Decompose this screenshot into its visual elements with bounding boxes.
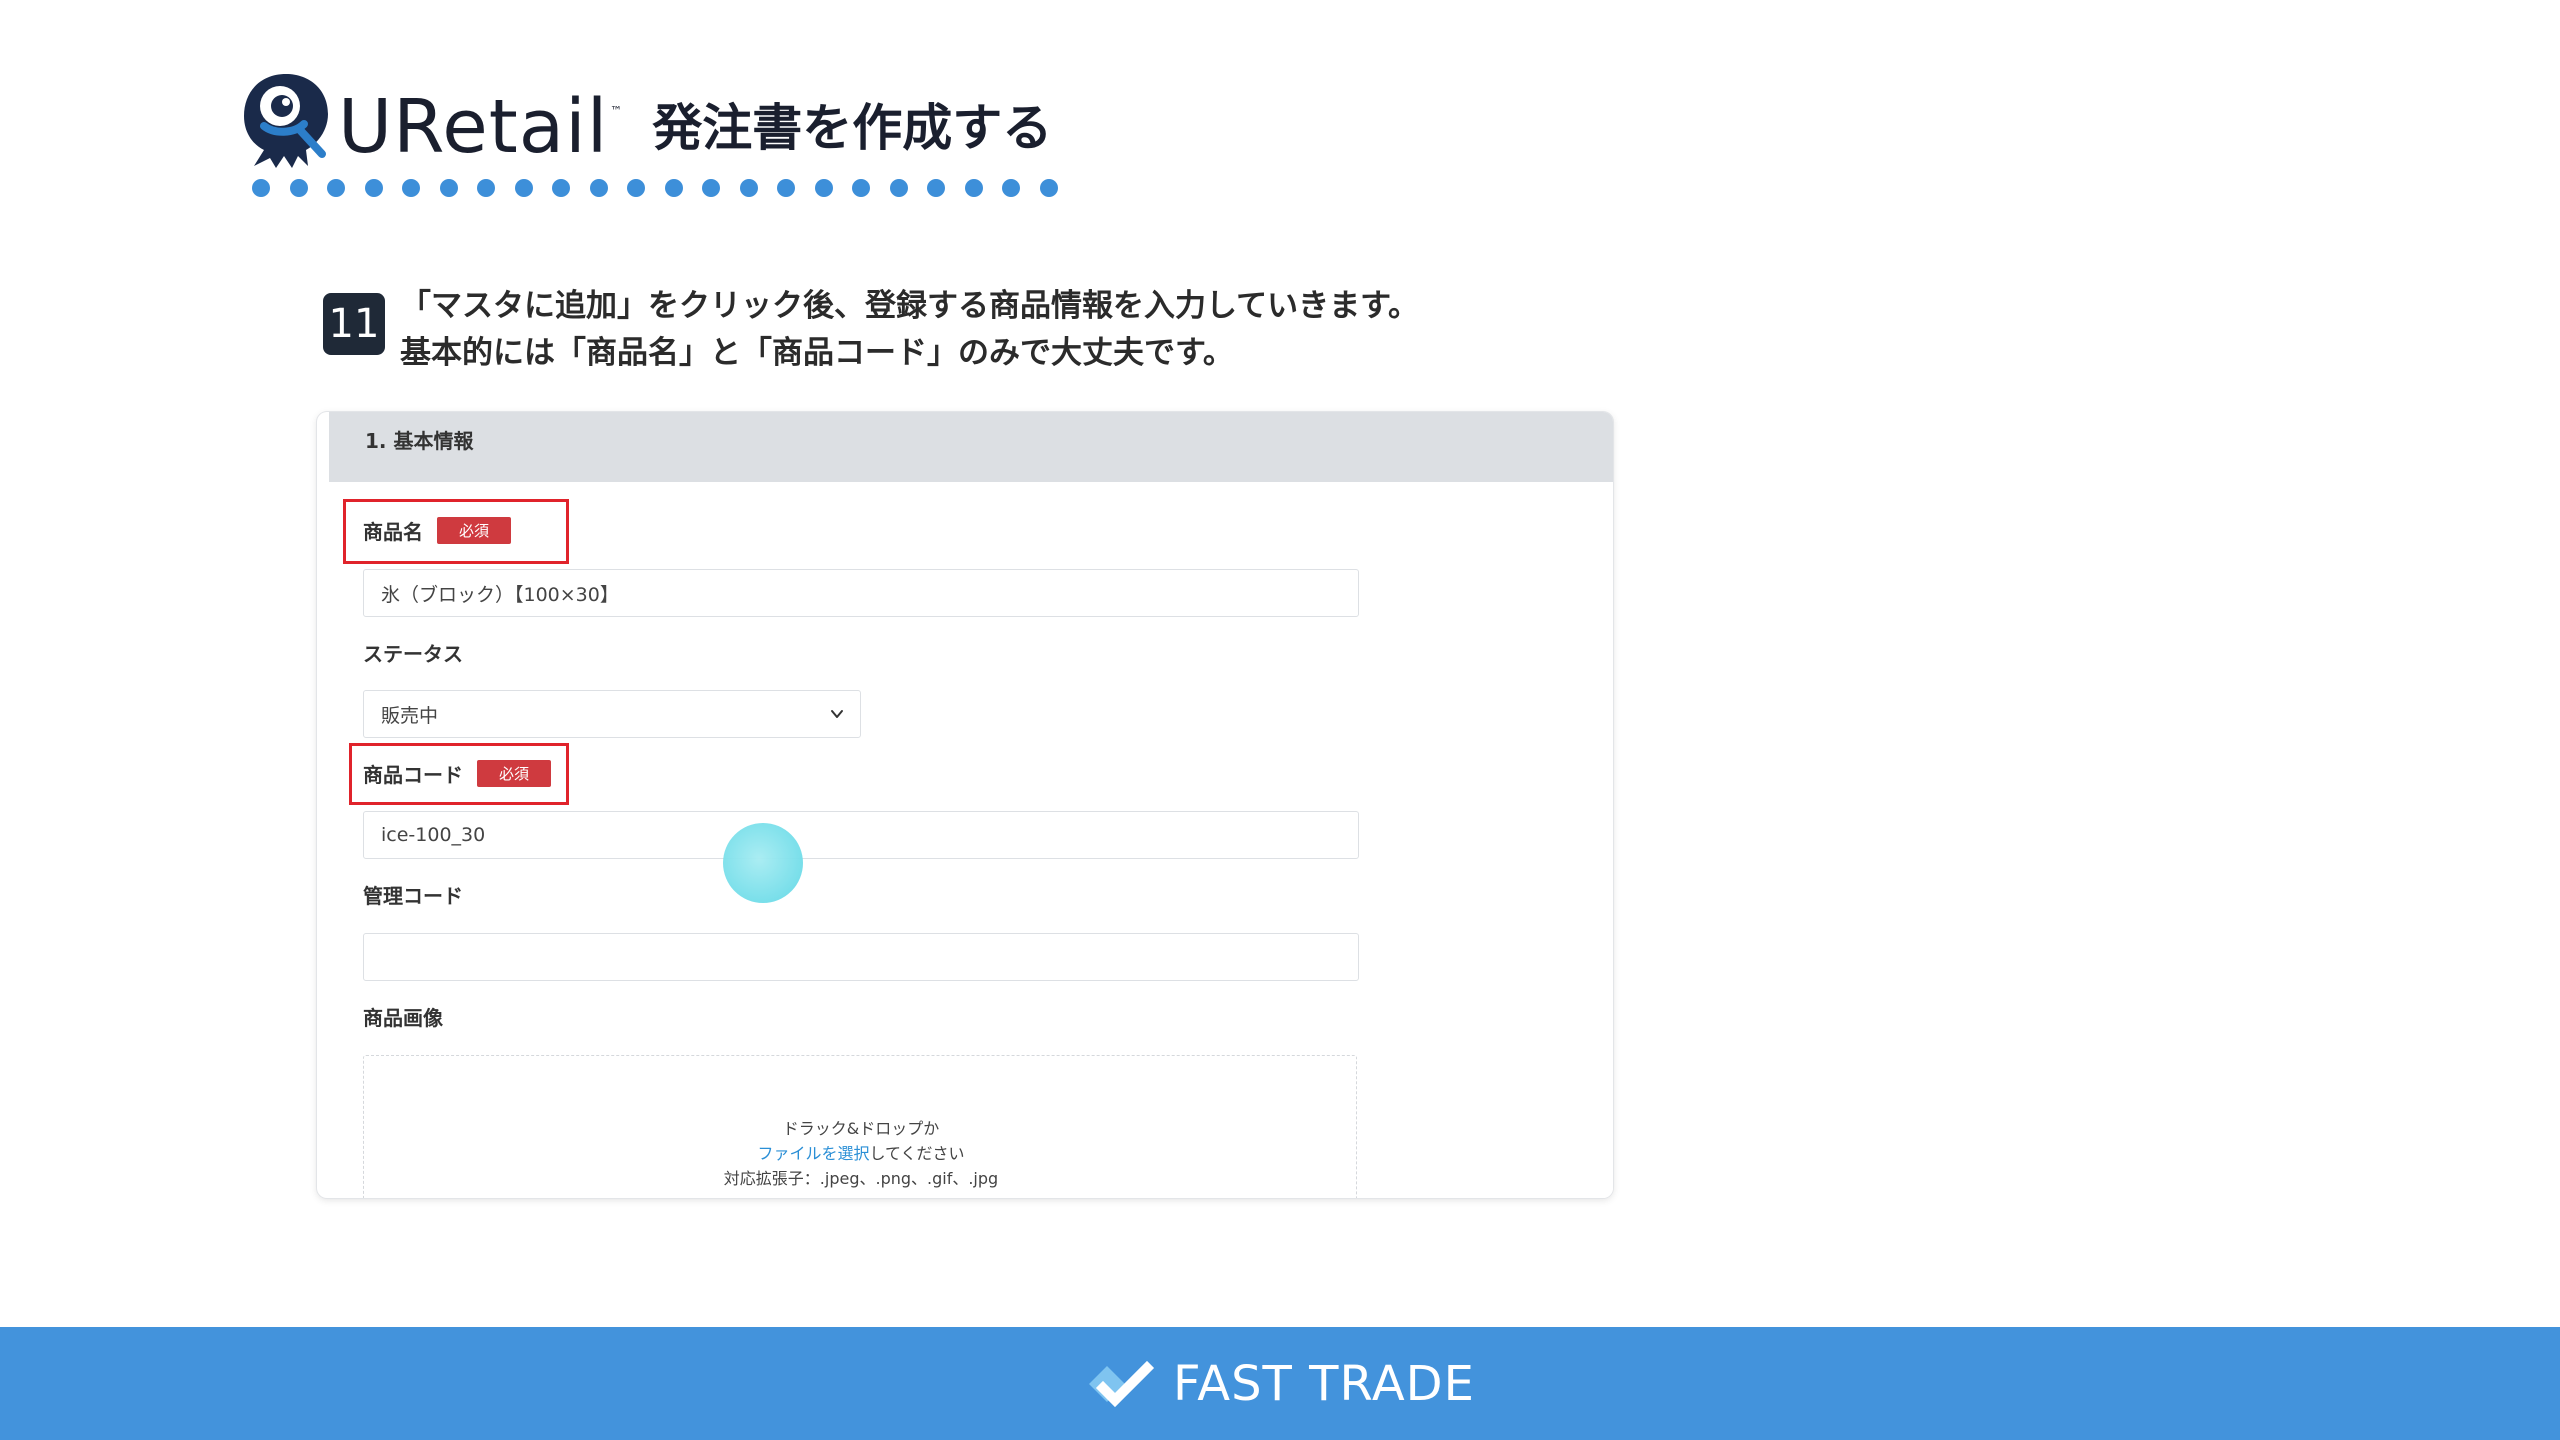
management-code-label: 管理コード [363,884,463,908]
step-line-2: 基本的には「商品名」と「商品コード」のみで大丈夫です。 [400,335,1234,371]
product-code-label: 商品コード 必須 [363,759,552,788]
required-badge: 必須 [437,517,512,544]
uretail-mascot-icon [244,74,328,168]
page-title: 発注書を作成する [652,99,1053,157]
step-line-1: 「マスタに追加」をクリック後、登録する商品情報を入力していきます。 [400,288,1419,324]
status-select[interactable]: 販売中 [363,690,861,738]
section-title: 1. 基本情報 [365,429,474,453]
logo-trademark: ™ [610,104,623,118]
fast-trade-logo-icon [1089,1360,1155,1407]
select-file-link[interactable]: ファイルを選択 [757,1144,869,1163]
dropzone-line-1: ドラック&ドロップか [782,1119,940,1138]
required-badge: 必須 [477,760,552,787]
footer-brand: FAST TRADE [1173,1355,1475,1412]
management-code-input[interactable] [363,933,1359,981]
form-screenshot-card: 1. 基本情報 商品名 必須 氷（ブロック）【100×30】 ステータス 販売中 [317,412,1613,1198]
chevron-down-icon [831,710,843,718]
step-instructions: 「マスタに追加」をクリック後、登録する商品情報を入力していきます。 基本的には「… [400,283,1419,377]
image-dropzone[interactable]: ドラック&ドロップか ファイルを選択してください 対応拡張子：.jpeg、.pn… [363,1055,1357,1198]
logo-text: URetail [338,84,609,170]
step-number-badge: 11 [323,293,385,355]
dropzone-line-2: ファイルを選択してください [757,1144,965,1163]
footer-bar: FAST TRADE [0,1327,2560,1440]
product-image-label: 商品画像 [363,1006,443,1030]
slide-page: URetail ™ 発注書を作成する 11 「マスタに追加」をクリック後、登録す… [0,0,2560,1440]
click-indicator [723,823,803,903]
section-header: 1. 基本情報 [329,412,1613,482]
dropzone-line-3: 対応拡張子：.jpeg、.png、.gif、.jpg [723,1169,999,1188]
header: URetail ™ 発注書を作成する [240,60,1052,170]
product-code-input[interactable]: ice-100_30 [363,811,1359,859]
status-label: ステータス [363,642,463,666]
dotted-divider [252,179,1058,197]
product-name-input[interactable]: 氷（ブロック）【100×30】 [363,569,1359,617]
product-name-label: 商品名 必須 [363,516,512,545]
